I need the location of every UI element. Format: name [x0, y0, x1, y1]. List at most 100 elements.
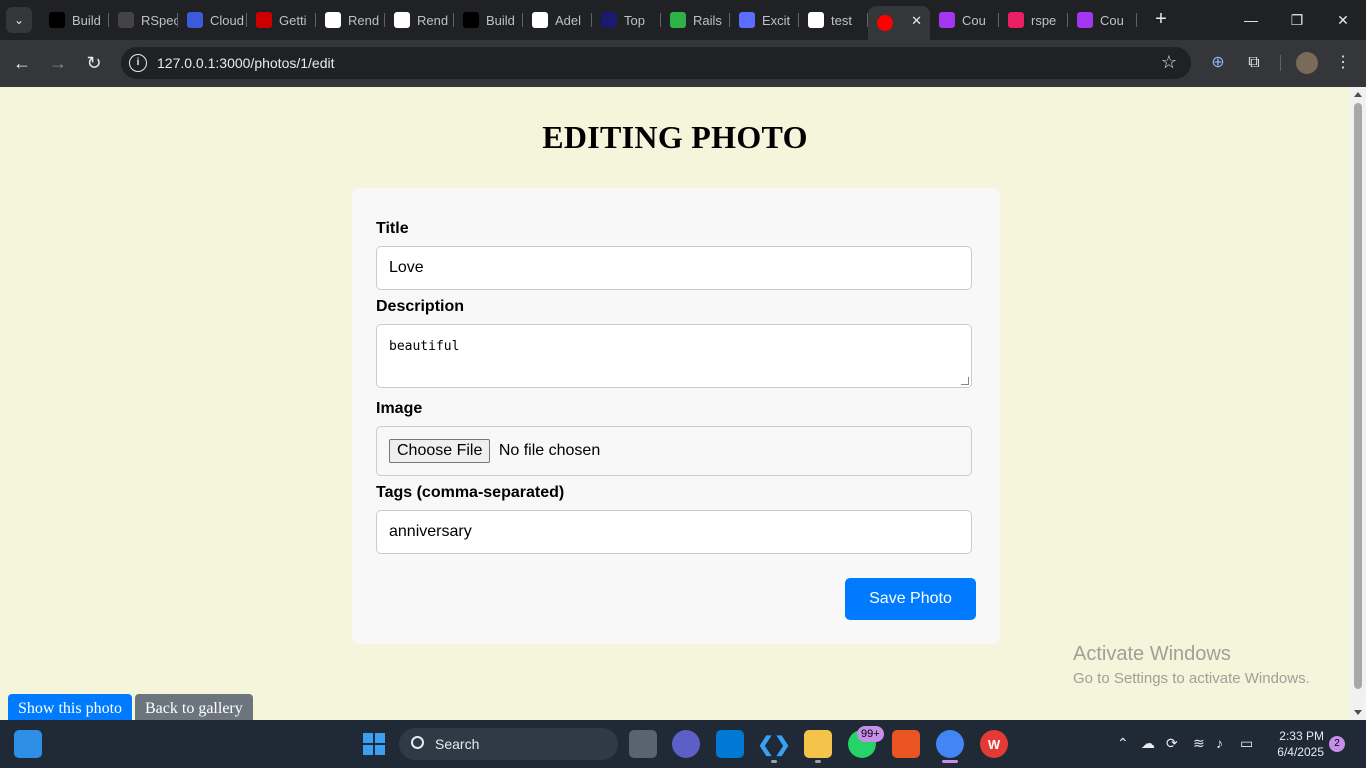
browser-tab[interactable]: Cou: [930, 6, 999, 34]
watermark-subtitle: Go to Settings to activate Windows.: [1073, 670, 1310, 687]
tab-label: Cloud: [210, 12, 244, 28]
volume-icon[interactable]: ♪: [1216, 735, 1223, 751]
description-textarea[interactable]: beautiful: [376, 324, 972, 388]
address-bar[interactable]: i 127.0.0.1:3000/photos/1/edit ☆: [121, 47, 1191, 79]
widgets-icon[interactable]: [14, 730, 42, 758]
windows-taskbar: Search ❮❯ 99+ W ⌃ ☁ ⟳ ≋ ♪ ▭ 2:33 PM 6/4/…: [0, 720, 1366, 768]
wps-office-icon[interactable]: W: [980, 730, 1008, 758]
site-info-icon[interactable]: i: [129, 54, 147, 72]
search-icon: [411, 736, 424, 749]
store-icon[interactable]: [716, 730, 744, 758]
onedrive-icon[interactable]: ☁: [1141, 735, 1155, 752]
task-view-icon[interactable]: [629, 730, 657, 758]
bookmark-star-icon[interactable]: ☆: [1161, 52, 1177, 73]
vscode-icon[interactable]: ❮❯: [757, 730, 791, 758]
browser-tab[interactable]: RSpec: [109, 6, 178, 34]
rails-icon: [670, 12, 686, 28]
gear-icon: [739, 12, 755, 28]
scroll-up-arrow-icon[interactable]: [1354, 92, 1362, 97]
browser-tab[interactable]: Getti: [247, 6, 316, 34]
tab-label: RSpec: [141, 12, 178, 28]
start-windows-icon[interactable]: [360, 730, 388, 758]
tray-chevron-icon[interactable]: ⌃: [1117, 735, 1129, 752]
url-path: :3000/photos/1/edit: [215, 55, 335, 71]
image-file-input: Choose File No file chosen: [376, 426, 972, 476]
title-input[interactable]: Love: [376, 246, 972, 290]
browser-tab[interactable]: ✕: [868, 6, 930, 40]
browser-tab[interactable]: Cou: [1068, 6, 1137, 34]
running-indicator: [942, 760, 958, 763]
browser-tab[interactable]: Excit: [730, 6, 799, 34]
resize-grip-icon[interactable]: [961, 377, 969, 385]
reload-button[interactable]: ↻: [82, 51, 106, 75]
notification-badge[interactable]: 2: [1329, 736, 1345, 752]
title-label: Title: [376, 220, 409, 237]
show-photo-link[interactable]: Show this photo: [8, 694, 133, 720]
system-clock[interactable]: 2:33 PM 6/4/2025: [1262, 728, 1324, 760]
file-explorer-icon[interactable]: [804, 730, 832, 758]
taskbar-search[interactable]: Search: [399, 728, 618, 760]
browser-toolbar: ← → ↻ i 127.0.0.1:3000/photos/1/edit ☆ ⊕…: [0, 40, 1366, 87]
save-photo-button[interactable]: Save Photo: [845, 578, 976, 620]
choose-file-button[interactable]: Choose File: [389, 439, 491, 463]
browser-menu-icon[interactable]: ⋮: [1332, 52, 1354, 74]
browser-tab[interactable]: test: [799, 6, 868, 34]
description-value: beautiful: [389, 339, 460, 354]
tab-label: Adel: [555, 12, 582, 28]
extension-add-icon[interactable]: ⊕: [1207, 52, 1229, 74]
browser-tab[interactable]: Rails: [661, 6, 730, 34]
ubuntu-icon[interactable]: [892, 730, 920, 758]
browser-tab[interactable]: Top: [592, 6, 661, 34]
vertical-scrollbar[interactable]: [1350, 87, 1366, 720]
sync-icon[interactable]: ⟳: [1166, 735, 1178, 752]
back-to-gallery-link[interactable]: Back to gallery: [135, 694, 253, 720]
whatsapp-badge: 99+: [857, 726, 884, 742]
tab-search-button[interactable]: ⌄: [6, 7, 32, 33]
tab-strip: ⌄ Build RSpec Cloud Getti Rend Rend Build Adel T…: [0, 0, 1366, 40]
clock-time: 2:33 PM: [1279, 729, 1324, 743]
wifi-icon[interactable]: ≋: [1193, 735, 1205, 752]
image-label: Image: [376, 400, 423, 417]
new-tab-button[interactable]: +: [1150, 8, 1172, 30]
rspec-icon: [118, 12, 134, 28]
chrome-icon[interactable]: [936, 730, 964, 758]
restore-button[interactable]: ❐: [1274, 8, 1320, 32]
minimize-button[interactable]: —: [1228, 8, 1274, 32]
udemy-icon: [939, 12, 955, 28]
scroll-thumb[interactable]: [1354, 103, 1362, 689]
page-title: EDITING PHOTO: [542, 119, 808, 155]
battery-icon[interactable]: ▭: [1240, 735, 1253, 752]
google-icon: [808, 12, 824, 28]
teams-icon[interactable]: [672, 730, 700, 758]
tab-label: Rend: [348, 12, 380, 28]
scroll-down-arrow-icon[interactable]: [1354, 710, 1362, 715]
tab-label: Rails: [693, 12, 722, 28]
description-label: Description: [376, 298, 465, 315]
tab-label: test: [831, 12, 852, 28]
edit-photo-form: Title Love Description beautiful Image C…: [352, 188, 1000, 644]
medium-icon: [49, 12, 65, 28]
browser-tab[interactable]: Rend: [316, 6, 385, 34]
tags-input[interactable]: anniversary: [376, 510, 972, 554]
url-text[interactable]: 127.0.0.1:3000/photos/1/edit: [157, 55, 335, 71]
back-button[interactable]: ←: [10, 51, 34, 75]
browser-tab[interactable]: Rend: [385, 6, 454, 34]
rails-guide-icon: [256, 12, 272, 28]
forward-button[interactable]: →: [46, 51, 70, 75]
profile-avatar[interactable]: [1296, 52, 1318, 74]
browser-tab[interactable]: Build: [454, 6, 523, 34]
activate-windows-watermark: Activate Windows Go to Settings to activ…: [1073, 643, 1310, 687]
tab-label: Rend: [417, 12, 449, 28]
browser-tab[interactable]: Cloud: [178, 6, 247, 34]
extensions-puzzle-icon[interactable]: ⧉: [1243, 52, 1265, 74]
clock-date: 6/4/2025: [1277, 745, 1324, 759]
browser-tab[interactable]: Build: [40, 6, 109, 34]
running-indicator: [771, 760, 777, 763]
close-window-button[interactable]: ✕: [1320, 8, 1366, 32]
browser-tab[interactable]: rspe: [999, 6, 1068, 34]
browser-tab[interactable]: Adel: [523, 6, 592, 34]
tab-label: Top: [624, 12, 645, 28]
tab-close-icon[interactable]: ✕: [911, 13, 922, 29]
tab-label: Excit: [762, 12, 791, 28]
page-viewport: EDITING PHOTO Title Love Description bea…: [0, 87, 1350, 720]
